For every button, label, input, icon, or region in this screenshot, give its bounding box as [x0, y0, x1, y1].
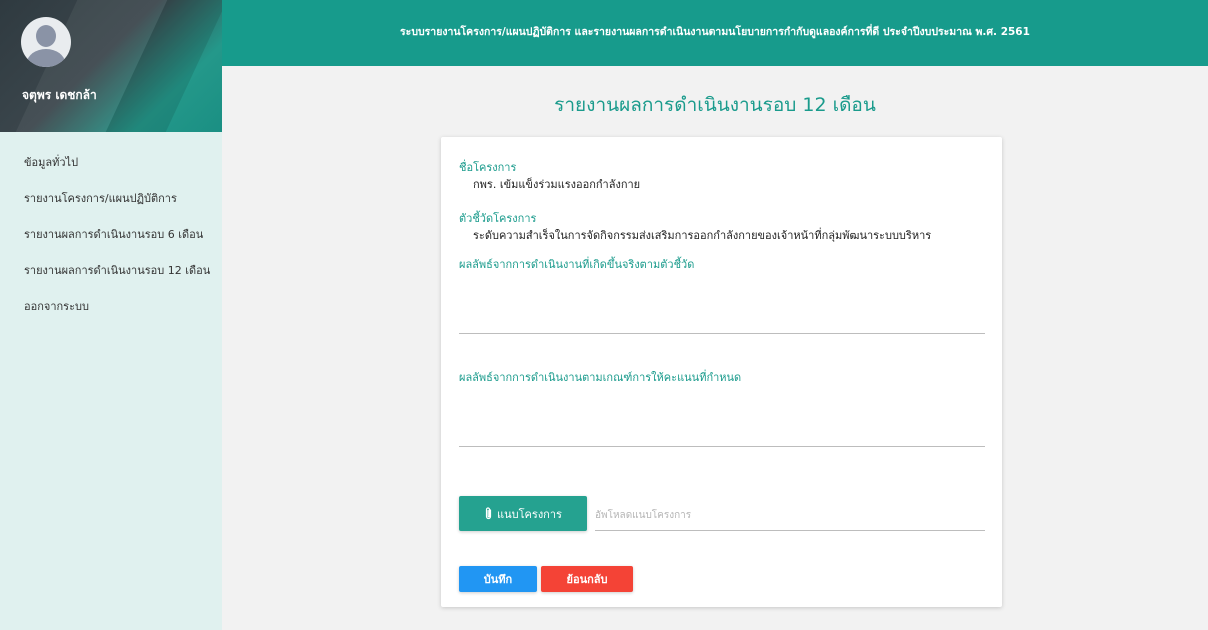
indicator-value: ระดับความสำเร็จในการจัดกิจกรรมส่งเสริมกา…	[473, 229, 932, 242]
sidebar-item-logout[interactable]: ออกจากระบบ	[0, 290, 222, 326]
save-button[interactable]: บันทึก	[459, 566, 537, 592]
actual-result-label: ผลลัพธ์จากการดำเนินงานที่เกิดขึ้นจริงตาม…	[459, 258, 695, 271]
actual-result-textarea[interactable]	[459, 274, 985, 334]
upload-file-input[interactable]	[595, 501, 985, 531]
criteria-result-textarea[interactable]	[459, 387, 985, 447]
page-title: รายงานผลการดำเนินงานรอบ 12 เดือน	[554, 94, 876, 116]
user-avatar-icon	[21, 17, 71, 67]
project-name-value: กพร. เข้มแข็งร่วมแรงออกกำลังกาย	[473, 178, 641, 191]
profile-panel: จตุพร เดชกล้า	[0, 0, 222, 132]
header-title: ระบบรายงานโครงการ/แผนปฏิบัติการ และรายงา…	[400, 26, 1030, 38]
attach-project-button[interactable]: แนบโครงการ	[459, 496, 587, 531]
sidebar-menu: ข้อมูลทั่วไป รายงานโครงการ/แผนปฏิบัติการ…	[0, 132, 222, 326]
attach-button-label: แนบโครงการ	[497, 507, 562, 521]
project-name-label: ชื่อโครงการ	[459, 161, 517, 174]
sidebar-item-general-info[interactable]: ข้อมูลทั่วไป	[0, 146, 222, 182]
indicator-label: ตัวชี้วัดโครงการ	[459, 212, 537, 225]
report-form-card: ชื่อโครงการ กพร. เข้มแข็งร่วมแรงออกกำลัง…	[441, 137, 1002, 607]
profile-name: จตุพร เดชกล้า	[22, 88, 97, 102]
criteria-result-label: ผลลัพธ์จากการดำเนินงานตามเกณฑ์การให้คะแน…	[459, 371, 742, 384]
back-button[interactable]: ย้อนกลับ	[541, 566, 633, 592]
paperclip-icon	[484, 506, 493, 521]
sidebar-item-project-report[interactable]: รายงานโครงการ/แผนปฏิบัติการ	[0, 182, 222, 218]
top-header: ระบบรายงานโครงการ/แผนปฏิบัติการ และรายงา…	[222, 0, 1208, 66]
sidebar-item-12-month-report[interactable]: รายงานผลการดำเนินงานรอบ 12 เดือน	[0, 254, 222, 290]
sidebar-item-6-month-report[interactable]: รายงานผลการดำเนินงานรอบ 6 เดือน	[0, 218, 222, 254]
sidebar: จตุพร เดชกล้า ข้อมูลทั่วไป รายงานโครงการ…	[0, 0, 222, 630]
